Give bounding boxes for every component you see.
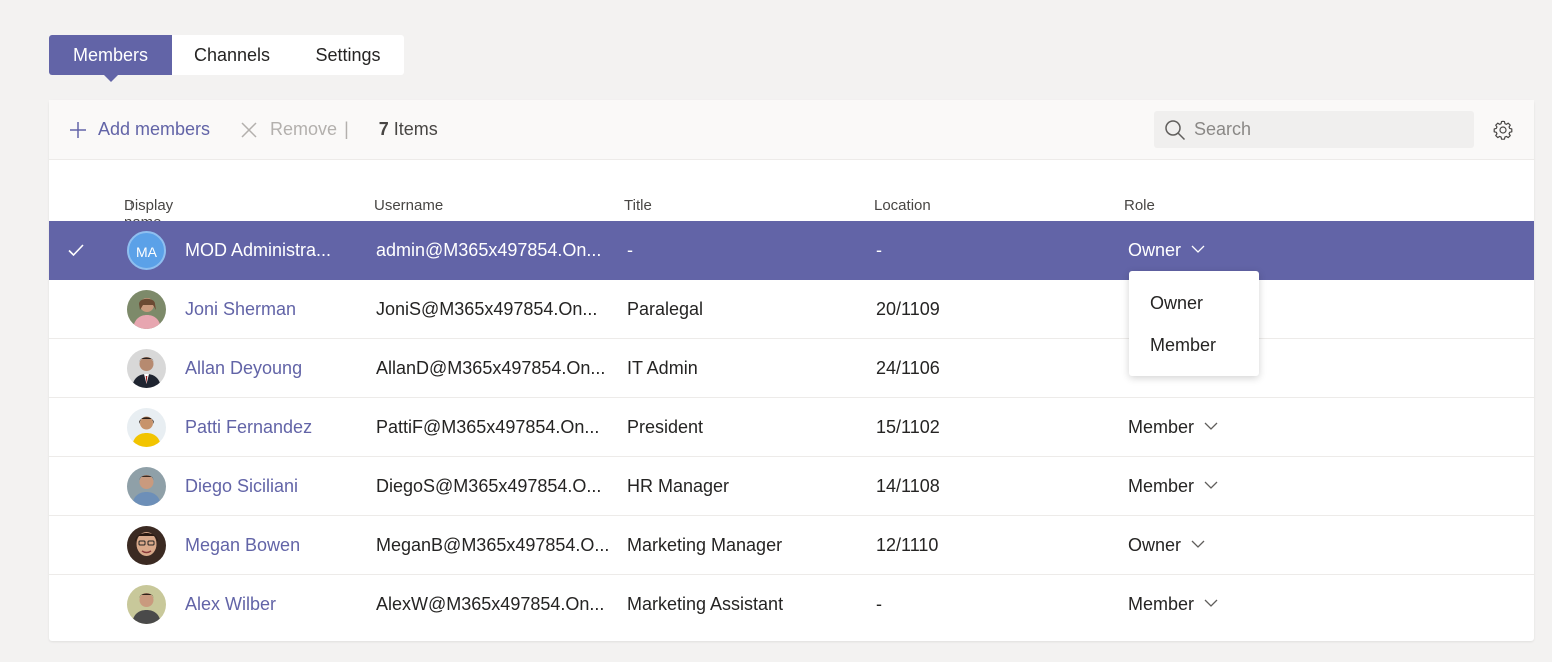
- avatar: [127, 349, 166, 388]
- avatar: [127, 526, 166, 565]
- item-count-label: Items: [393, 119, 438, 139]
- member-name[interactable]: MOD Administra...: [185, 221, 331, 280]
- member-name[interactable]: Alex Wilber: [185, 575, 276, 634]
- chevron-down-icon: [1204, 422, 1218, 431]
- member-title: Paralegal: [627, 299, 704, 319]
- table-row[interactable]: Allan Deyoung AllanD@M365x497854.On... I…: [49, 339, 1534, 398]
- member-location: -: [876, 594, 882, 614]
- tab-channels[interactable]: Channels: [172, 35, 292, 75]
- chevron-down-icon: [1204, 481, 1218, 490]
- toolbar: Add members Remove | 7 Items: [49, 100, 1534, 160]
- role-value: Member: [1128, 476, 1195, 496]
- table-row[interactable]: Alex Wilber AlexW@M365x497854.On... Mark…: [49, 575, 1534, 634]
- role-select[interactable]: Owner: [1128, 516, 1205, 575]
- member-name[interactable]: Joni Sherman: [185, 280, 296, 339]
- member-title: Marketing Assistant: [627, 594, 784, 614]
- member-title: HR Manager: [627, 476, 730, 496]
- member-location: 15/1102: [876, 417, 940, 437]
- chevron-down-icon: [1191, 540, 1205, 549]
- sort-arrow-icon: ↑: [128, 197, 136, 214]
- role-value: Member: [1128, 417, 1195, 437]
- avatar: [127, 408, 166, 447]
- member-username: AllanD@M365x497854.On...: [376, 358, 606, 378]
- avatar: [127, 290, 166, 329]
- tab-bar: Members Channels Settings: [49, 35, 404, 82]
- close-icon: [241, 121, 257, 138]
- table-header: Display name↑ Username Title Location Ro…: [49, 197, 1534, 231]
- table-row[interactable]: Diego Siciliani DiegoS@M365x497854.O... …: [49, 457, 1534, 516]
- member-username: DiegoS@M365x497854.O...: [376, 476, 602, 496]
- avatar: [127, 467, 166, 506]
- table-row[interactable]: Megan Bowen MeganB@M365x497854.O... Mark…: [49, 516, 1534, 575]
- remove-label: Remove: [270, 119, 338, 139]
- table-row[interactable]: Joni Sherman JoniS@M365x497854.On... Par…: [49, 280, 1534, 339]
- member-name[interactable]: Diego Siciliani: [185, 457, 298, 516]
- member-username: admin@M365x497854.On...: [376, 240, 602, 260]
- add-members-label: Add members: [98, 119, 211, 139]
- member-location: 12/1110: [876, 535, 939, 555]
- avatar: MA: [127, 231, 166, 270]
- search-icon: [1165, 119, 1186, 140]
- member-name[interactable]: Allan Deyoung: [185, 339, 302, 398]
- gear-icon[interactable]: [1492, 119, 1514, 141]
- member-location: 14/1108: [876, 476, 940, 496]
- item-count: 7 Items: [379, 119, 438, 140]
- search-box: [1154, 111, 1474, 148]
- member-title: Marketing Manager: [627, 535, 783, 555]
- member-title: IT Admin: [627, 358, 698, 378]
- toolbar-separator: |: [344, 119, 349, 139]
- role-option-owner[interactable]: Owner: [1129, 282, 1259, 324]
- member-title: -: [627, 240, 633, 260]
- member-location: -: [876, 240, 882, 260]
- table-row[interactable]: MA MOD Administra... admin@M365x497854.O…: [49, 221, 1534, 280]
- member-username: AlexW@M365x497854.On...: [376, 594, 605, 614]
- add-members-button[interactable]: Add members: [69, 119, 210, 140]
- column-username[interactable]: Username: [374, 197, 443, 214]
- member-username: MeganB@M365x497854.O...: [376, 535, 610, 555]
- tab-settings[interactable]: Settings: [292, 35, 404, 75]
- column-title[interactable]: Title: [624, 197, 652, 214]
- member-location: 20/1109: [876, 299, 940, 319]
- member-username: JoniS@M365x497854.On...: [376, 299, 598, 319]
- member-location: 24/1106: [876, 358, 940, 378]
- plus-icon: [70, 121, 86, 138]
- members-panel: Add members Remove | 7Items Display name…: [49, 100, 1534, 641]
- search-input[interactable]: [1194, 119, 1454, 140]
- chevron-down-icon: [1191, 245, 1205, 254]
- column-role[interactable]: Role: [1124, 197, 1155, 214]
- role-value: Member: [1128, 594, 1195, 614]
- checkmark-icon[interactable]: [67, 241, 85, 259]
- role-value: Owner: [1128, 535, 1182, 555]
- member-title: President: [627, 417, 704, 437]
- member-name[interactable]: Megan Bowen: [185, 516, 300, 575]
- role-dropdown-menu: Owner Member: [1129, 271, 1259, 376]
- table-row[interactable]: Patti Fernandez PattiF@M365x497854.On...…: [49, 398, 1534, 457]
- role-select[interactable]: Member: [1128, 575, 1218, 634]
- item-count-number: 7: [378, 119, 389, 139]
- role-value: Owner: [1128, 240, 1182, 260]
- role-select[interactable]: Member: [1128, 457, 1218, 516]
- column-location[interactable]: Location: [874, 197, 931, 214]
- tab-members[interactable]: Members: [49, 35, 172, 82]
- member-name[interactable]: Patti Fernandez: [185, 398, 312, 457]
- remove-button[interactable]: Remove: [241, 119, 337, 140]
- chevron-down-icon: [1204, 599, 1218, 608]
- role-select[interactable]: Member: [1128, 398, 1218, 457]
- role-option-member[interactable]: Member: [1129, 324, 1259, 366]
- avatar: [127, 585, 166, 624]
- member-username: PattiF@M365x497854.On...: [376, 417, 600, 437]
